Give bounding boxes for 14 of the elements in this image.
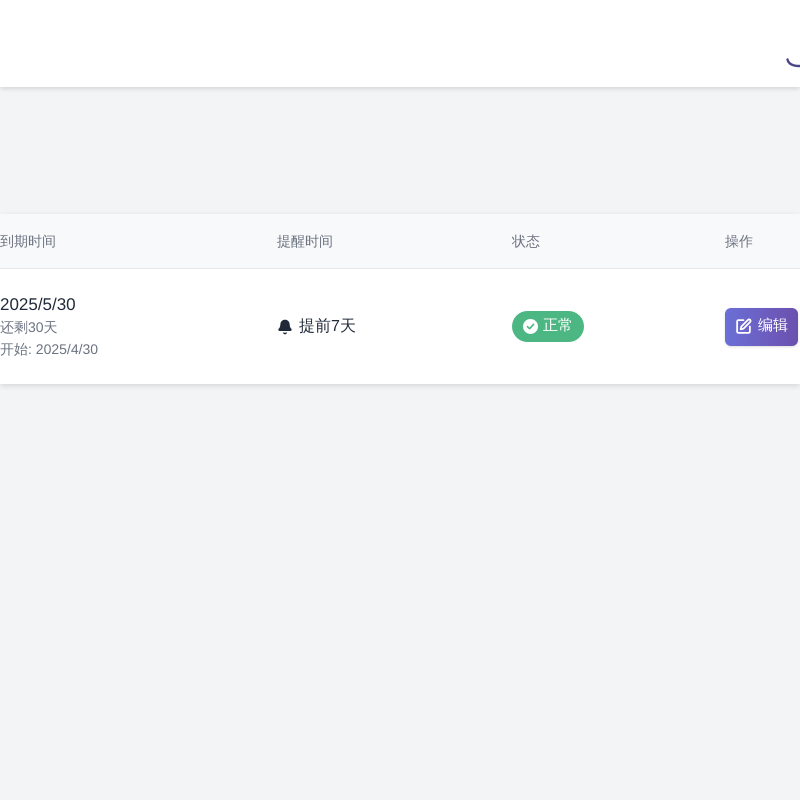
column-header: 状态	[512, 232, 540, 250]
remaining-days: 还剩30天	[0, 316, 58, 338]
check-circle-icon	[523, 319, 538, 334]
column-header: 操作	[725, 232, 753, 250]
start-date: 开始: 2025/4/30	[0, 340, 98, 358]
edit-icon	[735, 318, 752, 335]
edit-button[interactable]: 编辑	[725, 308, 798, 346]
status-badge: 正常	[512, 311, 584, 342]
expiry-date: 2025/5/30	[0, 294, 76, 316]
bell-icon	[277, 318, 293, 334]
column-header: 提醒时间	[277, 232, 333, 250]
arc-icon	[786, 58, 800, 68]
column-header: 到期时间	[0, 232, 56, 250]
reminder-text: 提前7天	[299, 316, 356, 336]
